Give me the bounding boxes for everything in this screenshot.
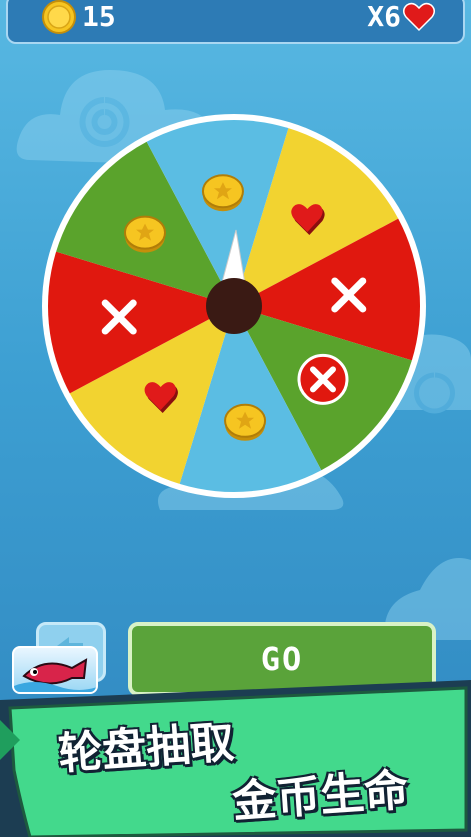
coin-icon bbox=[224, 403, 267, 441]
coin-icon bbox=[201, 174, 244, 212]
top-status-bar: 15 X6 bbox=[6, 0, 465, 44]
coin-icon bbox=[42, 0, 76, 34]
coin-icon bbox=[124, 215, 167, 253]
wheel-hub bbox=[206, 278, 262, 334]
promo-line-1: 轮盘抽取 bbox=[56, 716, 236, 781]
promo-line-2: 金币生命 bbox=[230, 764, 410, 829]
lives-count: X6 bbox=[367, 0, 401, 33]
heart-icon bbox=[403, 2, 435, 32]
coin-count: 15 bbox=[82, 0, 116, 33]
prize-wheel[interactable] bbox=[38, 110, 430, 502]
close-icon bbox=[297, 353, 349, 405]
